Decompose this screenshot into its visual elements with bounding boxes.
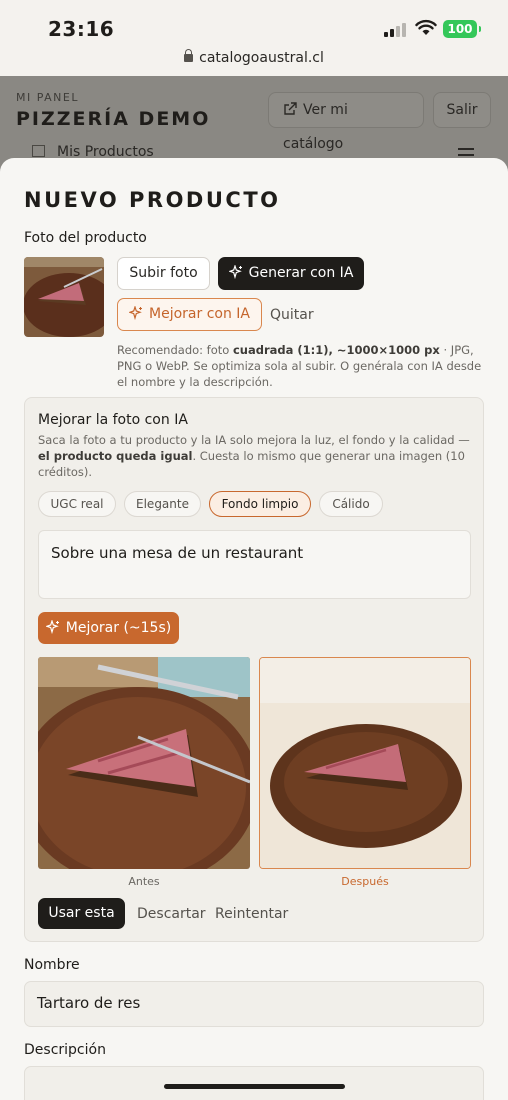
address-bar[interactable]: catalogoaustral.cl bbox=[0, 49, 508, 66]
discard-link[interactable]: Descartar bbox=[137, 906, 206, 922]
use-this-button[interactable]: Usar esta bbox=[38, 898, 125, 929]
box-icon bbox=[32, 145, 45, 157]
store-title: PIZZERÍA DEMO bbox=[16, 108, 211, 130]
improve-ai-button[interactable]: Mejorar con IA bbox=[117, 298, 262, 331]
lock-icon bbox=[184, 49, 194, 62]
sparkle-icon bbox=[45, 620, 59, 634]
description-input[interactable] bbox=[24, 1066, 484, 1100]
photo-label: Foto del producto bbox=[24, 230, 147, 246]
generate-ai-button[interactable]: Generar con IA bbox=[218, 257, 364, 290]
wifi-icon bbox=[415, 19, 437, 35]
after-image bbox=[259, 657, 471, 869]
style-chip[interactable]: UGC real bbox=[38, 491, 116, 517]
improve-ai-label: Mejorar con IA bbox=[149, 306, 250, 322]
status-bar: 23:16 100 catalogoaustral.cl bbox=[0, 0, 508, 76]
external-link-icon bbox=[284, 102, 297, 115]
view-catalog-button[interactable]: Ver mi catálogo bbox=[268, 92, 424, 152]
before-image bbox=[38, 657, 250, 869]
logout-button[interactable]: Salir bbox=[433, 92, 491, 128]
after-caption: Después bbox=[341, 875, 389, 888]
upload-photo-button[interactable]: Subir foto bbox=[117, 257, 210, 290]
remove-photo-link[interactable]: Quitar bbox=[270, 307, 314, 323]
ai-improve-panel: Mejorar la foto con IA Saca la foto a tu… bbox=[24, 397, 484, 942]
style-chip[interactable]: Elegante bbox=[124, 491, 201, 517]
name-label: Nombre bbox=[24, 957, 80, 973]
before-caption: Antes bbox=[128, 875, 160, 888]
home-indicator bbox=[164, 1084, 345, 1089]
ai-panel-title: Mejorar la foto con IA bbox=[38, 412, 188, 428]
style-chip-selected[interactable]: Fondo limpio bbox=[209, 491, 311, 517]
sparkle-icon bbox=[129, 306, 142, 320]
page-header: MI PANEL PIZZERÍA DEMO Ver mi catálogo S… bbox=[0, 76, 508, 166]
clock: 23:16 bbox=[48, 17, 115, 41]
sheet-title: NUEVO PRODUCTO bbox=[24, 188, 281, 212]
battery-icon: 100 bbox=[443, 20, 481, 38]
url-text: catalogoaustral.cl bbox=[199, 50, 324, 66]
photo-recommendation: Recomendado: foto cuadrada (1:1), ~1000×… bbox=[117, 343, 482, 389]
run-improve-label: Mejorar (~15s) bbox=[65, 620, 172, 636]
product-photo-thumbnail bbox=[24, 257, 104, 337]
retry-link[interactable]: Reintentar bbox=[215, 906, 288, 922]
name-input[interactable]: Tartaro de res bbox=[24, 981, 484, 1027]
run-improve-button[interactable]: Mejorar (~15s) bbox=[38, 612, 179, 644]
new-product-sheet: NUEVO PRODUCTO Foto del producto Subir f… bbox=[0, 158, 508, 1100]
style-chip[interactable]: Cálido bbox=[319, 491, 383, 517]
ai-prompt-input[interactable]: Sobre una mesa de un restaurant bbox=[38, 530, 471, 599]
description-label: Descripción bbox=[24, 1042, 106, 1058]
generate-ai-label: Generar con IA bbox=[248, 265, 354, 281]
sparkle-icon bbox=[228, 265, 242, 279]
cellular-signal-icon bbox=[384, 23, 408, 37]
panel-eyebrow: MI PANEL bbox=[16, 91, 79, 104]
ai-panel-description: Saca la foto a tu producto y la IA solo … bbox=[38, 433, 470, 479]
